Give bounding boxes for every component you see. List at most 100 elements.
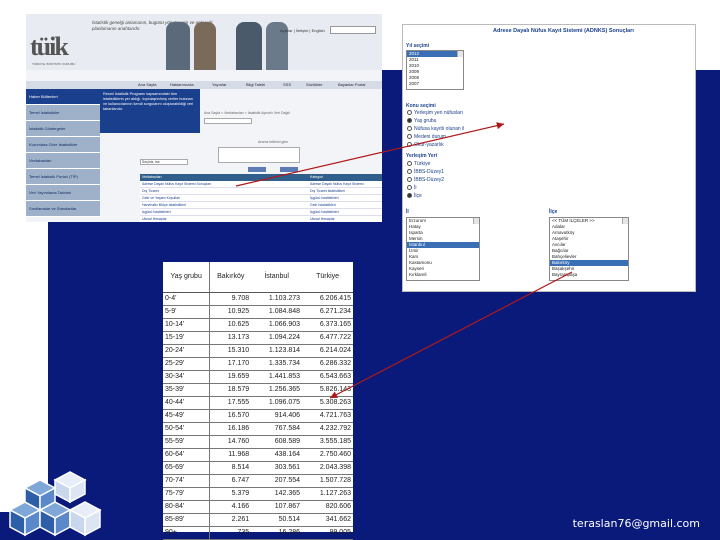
nav-about[interactable]: Haklarımızda bbox=[170, 82, 194, 87]
result-db[interactable]: İşgücü İstatistikleri bbox=[142, 210, 171, 214]
province-list[interactable]: Erzurum Hatay Isparta Mersin İstanbul İz… bbox=[406, 217, 480, 281]
scrollbar[interactable] bbox=[457, 51, 463, 57]
table-row: 50-54' 16.186 767.584 4.232.792 bbox=[163, 422, 353, 436]
result-category: İşgücü İstatistikleri bbox=[310, 210, 339, 214]
radio-topic[interactable]: Yaş grubu bbox=[407, 118, 436, 124]
table-cell: 1.096.075 bbox=[251, 396, 303, 410]
result-db[interactable]: Ulusal Hesaplar bbox=[142, 217, 167, 221]
search-label: Arama kriterini girin bbox=[258, 140, 289, 144]
radio-icon[interactable] bbox=[407, 185, 412, 191]
nav-info-request[interactable]: Bilgi Talebi bbox=[246, 82, 265, 87]
sidebar-item-bulletins[interactable]: Haber Bültenleri bbox=[26, 89, 100, 105]
result-category: İşgücü İstatistikleri bbox=[310, 196, 339, 200]
table-row[interactable]: İşgücü İstatistikleri İşgücü İstatistikle… bbox=[140, 209, 382, 216]
site-header: tüik TÜRKİYE İSTATİSTİK KURUMU İstatisti… bbox=[26, 14, 382, 70]
result-db[interactable]: Adrese Dayalı Nüfus Kayıt Sistemi Sonuçl… bbox=[142, 182, 211, 186]
radio-icon[interactable] bbox=[407, 142, 412, 148]
table-row: 75-79' 5.379 142.365 1.127.263 bbox=[163, 487, 353, 501]
radio-icon[interactable] bbox=[407, 110, 412, 116]
table-cell: 13.173 bbox=[209, 331, 252, 345]
list-item[interactable]: Kırklareli bbox=[407, 272, 479, 278]
table-cell: 6.214.024 bbox=[302, 344, 353, 358]
sidebar-item-calendar[interactable]: Veri Yayımlama Takvimi bbox=[26, 185, 100, 201]
nav-home[interactable]: Ana Sayfa bbox=[138, 82, 156, 87]
site-search-input[interactable] bbox=[330, 26, 376, 34]
result-category: Gelir İstatistikleri bbox=[310, 203, 336, 207]
radio-icon[interactable] bbox=[407, 161, 412, 167]
radio-residence[interactable]: İBBS-Düzey2 bbox=[407, 177, 444, 183]
radio-topic[interactable]: Yerleşim yeri nüfusları bbox=[407, 110, 463, 116]
scrollbar[interactable] bbox=[622, 218, 628, 224]
table-cell: 14.760 bbox=[209, 435, 252, 449]
table-cell: 735 bbox=[209, 526, 252, 540]
radio-icon[interactable] bbox=[407, 118, 412, 124]
author-email: teraslan76@gmail.com bbox=[572, 517, 700, 530]
table-cell: 30-34' bbox=[163, 370, 211, 384]
table-cell: 1.084.848 bbox=[251, 305, 303, 319]
sidebar-item-tip[interactable]: Temel İstatistik Portalı (TİP) bbox=[26, 169, 100, 185]
radio-residence[interactable]: İl bbox=[407, 185, 417, 191]
sidebar-item-databases[interactable]: Veritabanları bbox=[26, 153, 100, 169]
table-row[interactable]: Dış Ticaret Dış Ticaret İstatistikleri bbox=[140, 188, 382, 195]
top-navigation: Ana Sayfa Haklarımızda Yayınlar Bilgi Ta… bbox=[26, 81, 382, 89]
radio-icon[interactable] bbox=[407, 126, 412, 132]
table-row[interactable]: Gelir ve Yaşam Koşulları İşgücü İstatisti… bbox=[140, 195, 382, 202]
radio-icon[interactable] bbox=[407, 193, 412, 199]
list-item[interactable]: 2007 bbox=[407, 81, 463, 87]
table-body: 0-4' 9.708 1.103.273 6.206.415 5-9' 10.925 1.0… bbox=[163, 292, 353, 540]
sidebar-item-institution-stats[interactable]: Kurumlara Göre İstatistikler bbox=[26, 137, 100, 153]
breadcrumb: Ana Sayfa > Veritabanları > İstatistik A… bbox=[204, 111, 291, 115]
year-list[interactable]: 2012 2011 2010 2009 2008 2007 bbox=[406, 50, 464, 90]
search-box[interactable] bbox=[218, 147, 300, 163]
sidebar-item-indicators[interactable]: İstatistik Göstergeler bbox=[26, 121, 100, 137]
clear-button[interactable] bbox=[280, 167, 298, 172]
table-cell: 45-49' bbox=[163, 409, 211, 423]
nav-faq[interactable]: SSS bbox=[283, 82, 291, 87]
header-age-group: Yaş grubu bbox=[163, 262, 211, 293]
search-input[interactable] bbox=[204, 118, 252, 124]
table-cell: 50.514 bbox=[251, 513, 303, 527]
table-cell: 303.561 bbox=[251, 461, 303, 475]
table-cell: 60-64' bbox=[163, 448, 211, 462]
radio-icon[interactable] bbox=[407, 134, 412, 140]
radio-residence[interactable]: Türkiye bbox=[407, 161, 430, 167]
result-db[interactable]: Dış Ticaret bbox=[142, 189, 159, 193]
table-cell: 1.123.814 bbox=[251, 344, 303, 358]
category-dropdown[interactable]: Seçiniz, ise bbox=[140, 159, 188, 165]
table-cell: 17.170 bbox=[209, 357, 252, 371]
table-cell: 8.514 bbox=[209, 461, 252, 475]
table-cell: 1.441.853 bbox=[251, 370, 303, 384]
table-cell: 914.406 bbox=[251, 409, 303, 423]
table-row[interactable]: Ulusal Hesaplar Ulusal Hesaplar bbox=[140, 216, 382, 222]
district-list[interactable]: << TÜM İLÇELER >> Adalar Arnavutköy Ataş… bbox=[549, 217, 629, 281]
table-cell: 4.166 bbox=[209, 500, 252, 514]
radio-topic[interactable]: Nüfusa kayıtlı olunan il bbox=[407, 126, 464, 132]
result-db[interactable]: Gelir ve Yaşam Koşulları bbox=[142, 196, 180, 200]
table-row[interactable]: Adrese Dayalı Nüfus Kayıt Sistemi Sonuçl… bbox=[140, 181, 382, 188]
table-cell: 2.043.398 bbox=[302, 461, 353, 475]
nav-publications[interactable]: Yayınlar bbox=[212, 82, 226, 87]
result-db[interactable]: Hanehalkı Bütçe İstatistikleri bbox=[142, 203, 186, 207]
radio-label: İBBS-Düzey1 bbox=[414, 169, 445, 175]
radio-icon[interactable] bbox=[407, 177, 412, 183]
results-header: Veritabanları Kategori bbox=[140, 174, 382, 181]
table-row[interactable]: Hanehalkı Bütçe İstatistikleri Gelir İsta… bbox=[140, 202, 382, 209]
slide: teraslan76@gmail.com tüik TÜRKİYE İSTATİ… bbox=[0, 0, 720, 540]
radio-icon[interactable] bbox=[407, 169, 412, 175]
radio-residence[interactable]: İlçe bbox=[407, 193, 422, 199]
list-item[interactable]: Bayrampaşa bbox=[550, 272, 628, 278]
radio-topic[interactable]: Okur-yazarlık bbox=[407, 142, 444, 148]
nav-glossary[interactable]: Sözlükler bbox=[306, 82, 322, 87]
search-button[interactable] bbox=[248, 167, 266, 172]
sidebar-item-classifications[interactable]: Sınıflamalar ve Standartlar bbox=[26, 201, 100, 217]
radio-topic[interactable]: Medeni durum bbox=[407, 134, 446, 140]
sidebar-item-basic-stats[interactable]: Temel İstatistikler bbox=[26, 105, 100, 121]
language-links[interactable]: Ayarlar | İletişim | English bbox=[280, 28, 325, 33]
scrollbar[interactable] bbox=[473, 218, 479, 224]
table-cell: 608.589 bbox=[251, 435, 303, 449]
nav-portal[interactable]: Bayanlar Portal bbox=[338, 82, 365, 87]
table-cell: 15-19' bbox=[163, 331, 211, 345]
radio-residence[interactable]: İBBS-Düzey1 bbox=[407, 169, 444, 175]
table-row: 10-14' 10.625 1.066.903 6.373.165 bbox=[163, 318, 353, 332]
table-cell: 80-84' bbox=[163, 500, 211, 514]
